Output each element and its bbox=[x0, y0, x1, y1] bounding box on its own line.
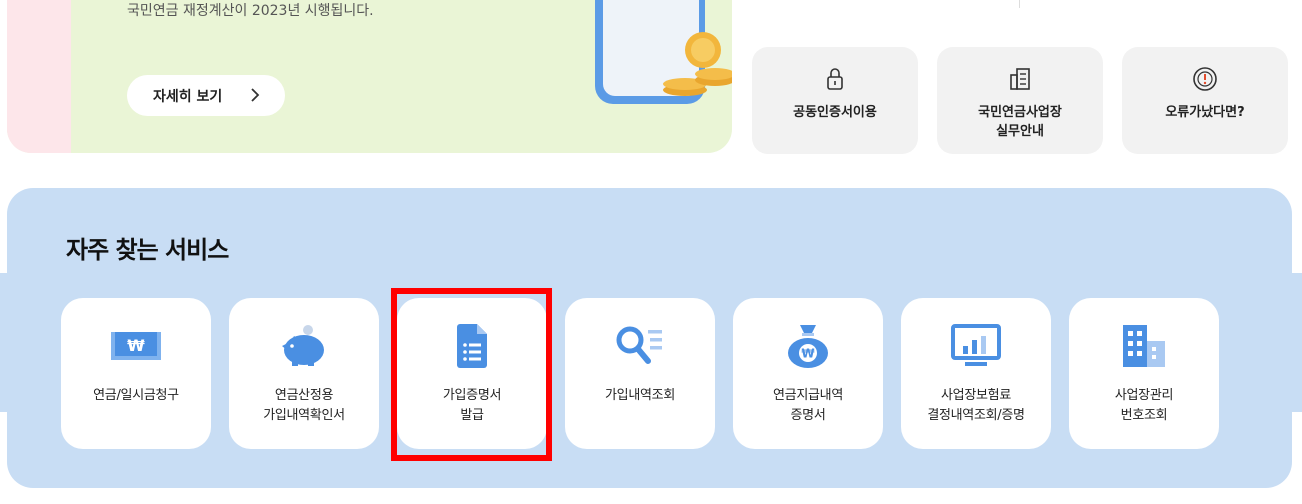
document-icon bbox=[1010, 68, 1030, 90]
quick-link-certificate[interactable]: 공동인증서이용 bbox=[752, 47, 918, 154]
service-card-label: 가입증명서 발급 bbox=[442, 388, 502, 423]
service-card-label: 연금산정용 가입내역확인서 bbox=[263, 388, 345, 423]
search-list-icon bbox=[616, 326, 662, 364]
service-card-workplace-number[interactable]: 사업장관리 번호조회 bbox=[1069, 298, 1219, 449]
svg-text:₩: ₩ bbox=[801, 347, 815, 361]
banner-side-strip bbox=[7, 0, 71, 153]
quick-link-label: 오류가났다면? bbox=[1165, 105, 1245, 120]
service-card-label: 사업장보험료 결정내역조회/증명 bbox=[927, 388, 1025, 423]
alert-icon bbox=[1193, 67, 1217, 91]
banner-text: 국민연금 재정계산이 2023년 시행됩니다. bbox=[127, 3, 374, 19]
section-title: 자주 찾는 서비스 bbox=[66, 236, 229, 264]
quick-link-workplace-guide[interactable]: 국민연금사업장 실무안내 bbox=[937, 47, 1103, 154]
money-bag-icon: ₩ bbox=[788, 325, 828, 368]
service-card-workplace-premium[interactable]: 사업장보험료 결정내역조회/증명 bbox=[901, 298, 1051, 449]
page: 국민연금 재정계산이 2023년 시행됩니다. 자세히 보기 공동인증서이용 국… bbox=[0, 0, 1302, 504]
quick-link-label: 국민연금사업장 실무안내 bbox=[978, 105, 1062, 139]
quick-link-label: 공동인증서이용 bbox=[793, 105, 877, 120]
service-card-label: 가입내역조회 bbox=[605, 388, 675, 403]
service-card-enrollment-certificate[interactable]: 가입증명서 발급 bbox=[397, 298, 547, 449]
certificate-document-icon bbox=[457, 324, 487, 368]
view-details-label: 자세히 보기 bbox=[153, 88, 223, 105]
service-card-label: 사업장관리 번호조회 bbox=[1114, 388, 1174, 423]
chevron-right-icon bbox=[251, 88, 260, 102]
service-card-label: 연금/일시금청구 bbox=[93, 388, 179, 403]
piggy-bank-icon bbox=[282, 325, 324, 366]
building-icon bbox=[1123, 325, 1165, 367]
promo-banner: 국민연금 재정계산이 2023년 시행됩니다. 자세히 보기 bbox=[7, 0, 732, 153]
service-card-pension-claim[interactable]: ₩ 연금/일시금청구 bbox=[61, 298, 211, 449]
top-status-strip bbox=[752, 0, 1287, 8]
service-card-enrollment-history[interactable]: 가입내역조회 bbox=[565, 298, 715, 449]
quick-link-error-help[interactable]: 오류가났다면? bbox=[1122, 47, 1288, 154]
divider bbox=[1019, 0, 1020, 8]
service-card-payment-certificate[interactable]: ₩ 연금지급내역 증명서 bbox=[733, 298, 883, 449]
view-details-button[interactable]: 자세히 보기 bbox=[127, 75, 285, 116]
lock-icon bbox=[827, 68, 843, 90]
svg-text:₩: ₩ bbox=[127, 336, 145, 355]
service-card-label: 연금지급내역 증명서 bbox=[773, 388, 843, 423]
phone-coins-illustration bbox=[595, 0, 732, 104]
won-card-icon: ₩ bbox=[111, 332, 161, 360]
chart-monitor-icon bbox=[951, 324, 1001, 366]
service-card-enrollment-confirmation[interactable]: 연금산정용 가입내역확인서 bbox=[229, 298, 379, 449]
